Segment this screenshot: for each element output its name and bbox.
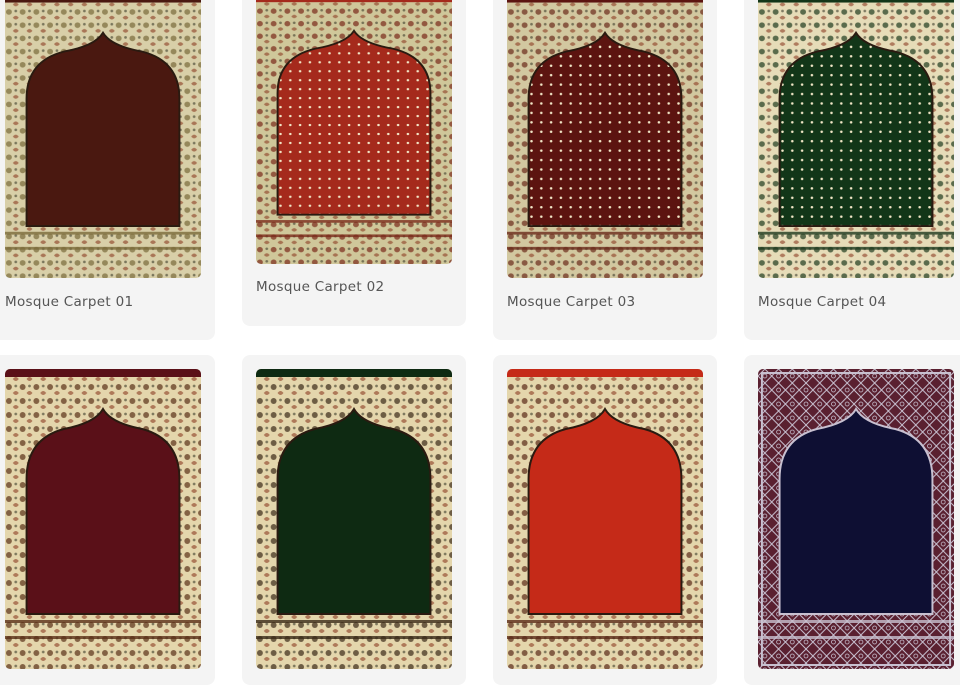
product-image[interactable] [507,0,703,278]
product-image[interactable] [758,369,954,669]
product-image[interactable] [507,369,703,669]
product-image[interactable] [758,0,954,278]
product-title[interactable]: Mosque Carpet 03 [507,294,635,310]
product-image[interactable] [256,0,452,264]
product-title[interactable]: Mosque Carpet 02 [256,279,384,295]
carpet-graphic [5,369,201,669]
product-image[interactable] [5,369,201,669]
carpet-graphic [256,369,452,669]
product-title[interactable]: Mosque Carpet 04 [758,294,886,310]
carpet-graphic [758,0,954,278]
carpet-graphic [5,0,201,278]
carpet-graphic [507,0,703,278]
carpet-graphic [507,369,703,669]
carpet-graphic [758,369,954,669]
carpet-graphic [256,0,452,264]
product-image[interactable] [256,369,452,669]
product-image[interactable] [5,0,201,278]
product-title[interactable]: Mosque Carpet 01 [5,294,133,310]
